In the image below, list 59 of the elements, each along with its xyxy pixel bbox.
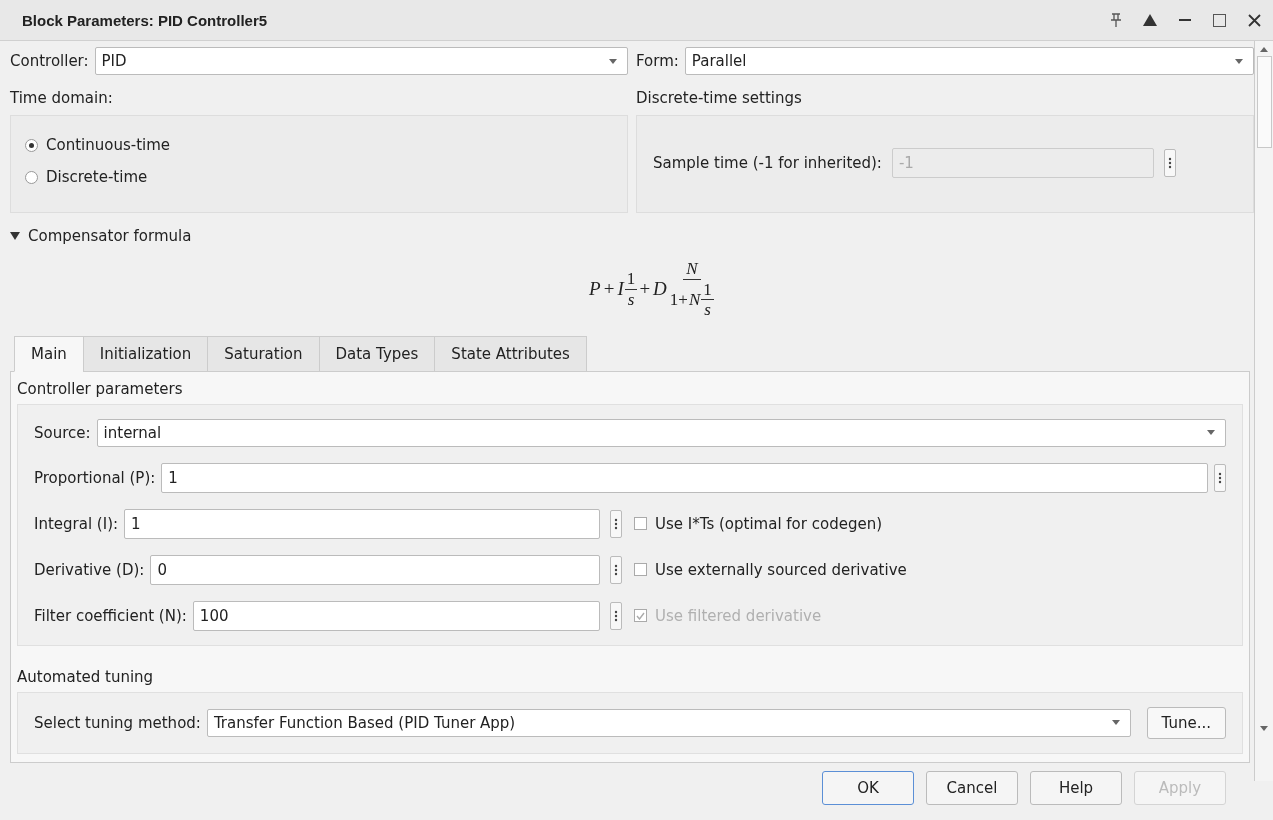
dropdown-caret-icon [1207,430,1215,436]
collapse-icon[interactable] [1143,14,1157,26]
dialog-button[interactable]: Help [1030,770,1122,805]
field-label: Source: [34,423,91,442]
compensator-toggle[interactable]: Compensator formula [10,227,192,245]
dropdown-caret-icon [1235,58,1243,64]
checkmark-icon [636,611,645,620]
tab[interactable]: Initialization [82,335,209,372]
field-label: Filter coefficient (N): [34,606,187,625]
checkbox-option[interactable]: Use I*Ts (optimal for codegen) [622,514,1226,533]
section-label: Automated tuning [17,667,155,686]
field-label: Derivative (D): [34,560,145,579]
field-label: Integral (I): [34,514,119,533]
field-label: Select tuning method: [34,713,201,732]
vertical-dots-icon [614,609,618,622]
dialog-button[interactable]: Cancel [926,770,1018,805]
controller-dropdown[interactable]: PID [94,47,628,75]
vertical-dots-icon [614,517,618,530]
maximize-icon[interactable] [1213,13,1226,27]
vertical-dots-icon [1218,471,1222,484]
checkbox-option[interactable]: Use externally sourced derivative [622,560,1226,579]
source-dropdown[interactable]: internal [96,418,1226,447]
section-label: Time domain: [10,89,114,107]
options-button[interactable] [1163,149,1176,177]
section-label: Discrete-time settings [636,89,803,107]
down-arrow-icon[interactable] [1260,726,1268,731]
options-button[interactable] [610,555,622,584]
input-field[interactable]: 0 [150,554,600,585]
vertical-dots-icon [1167,157,1172,169]
input-field[interactable]: 1 [161,462,1208,493]
dropdown-caret-icon [609,58,617,64]
up-arrow-icon[interactable] [1260,47,1268,52]
section-label: Controller parameters [17,379,184,398]
options-button[interactable] [1214,463,1226,492]
scrollbar-thumb[interactable] [1256,56,1272,148]
field-label: Sample time (-1 for inherited): [653,154,882,172]
pin-icon[interactable] [1111,13,1121,27]
tuning-method-dropdown[interactable]: Transfer Function Based (PID Tuner App) [206,708,1131,737]
field-label: Form: [636,52,679,70]
input-field[interactable]: 1 [124,508,600,539]
field-label: Controller: [10,52,89,70]
input-field[interactable]: 100 [192,600,600,631]
dialog-button[interactable]: OK [822,770,914,805]
close-icon[interactable] [1248,13,1261,27]
form-dropdown[interactable]: Parallel [684,47,1254,75]
tab[interactable]: Main [14,335,84,372]
window-title: Block Parameters: PID Controller5 [22,11,269,29]
field-label: Proportional (P): [34,468,156,487]
options-button[interactable] [610,509,622,538]
dropdown-caret-icon [1111,720,1120,726]
radio-option[interactable]: Continuous-time [25,136,627,154]
tab[interactable]: State Attributes [434,335,587,372]
tab[interactable]: Saturation [207,335,320,372]
scrollbar[interactable] [1254,41,1273,781]
options-button[interactable] [610,601,622,630]
tune-button[interactable]: Tune... [1146,706,1226,739]
tab[interactable]: Data Types [318,335,436,372]
vertical-dots-icon [614,563,618,576]
radio-option[interactable]: Discrete-time [25,168,627,186]
